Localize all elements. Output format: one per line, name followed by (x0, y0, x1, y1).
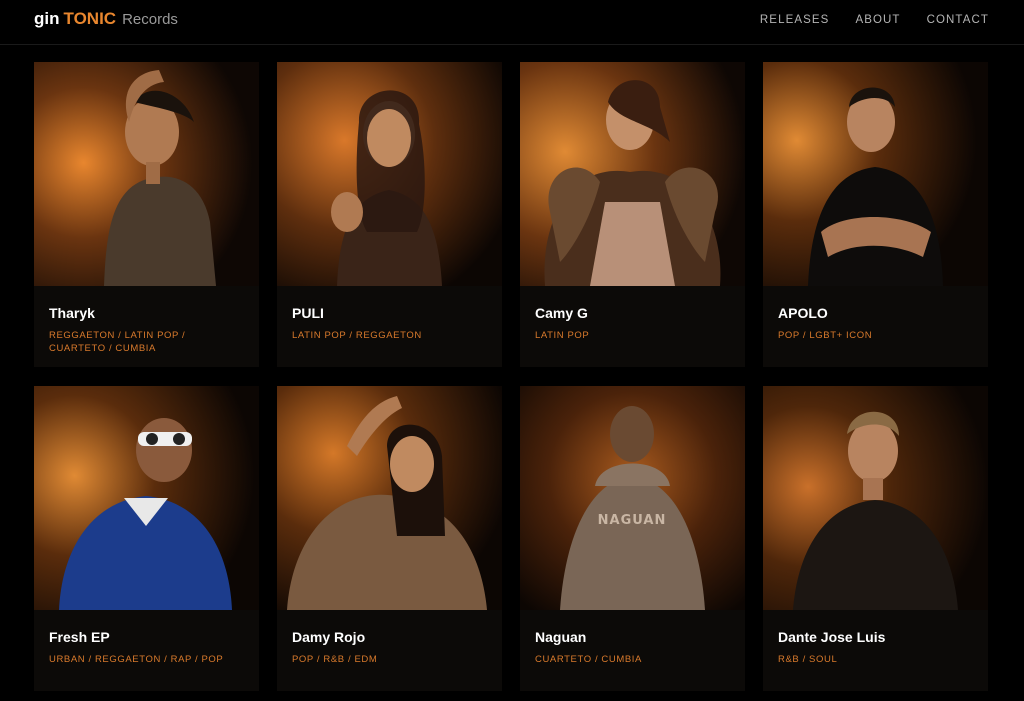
top-navigation-bar: gin TONIC Records RELEASES ABOUT CONTACT (0, 0, 1024, 45)
main-nav: RELEASES ABOUT CONTACT (760, 14, 989, 26)
artist-name: Tharyk (49, 305, 95, 321)
artist-photo (763, 62, 988, 286)
artist-name: Damy Rojo (292, 629, 366, 645)
artist-genres: LATIN POP / REGGAETON (292, 330, 422, 341)
artist-genres: CUARTETO / CUMBIA (535, 654, 642, 665)
artist-genres: POP / LGBT+ ICON (778, 330, 873, 341)
logo-text-records: Records (122, 11, 178, 28)
artist-photo (34, 62, 259, 286)
svg-text:NAGUAN: NAGUAN (598, 513, 667, 528)
artist-name: PULI (292, 305, 324, 321)
nav-link-releases[interactable]: RELEASES (760, 14, 830, 26)
artist-card[interactable]: Fresh EP URBAN / REGGAETON / RAP / POP (34, 386, 259, 691)
artist-photo (277, 386, 502, 610)
logo-text-tonic: TONIC (63, 9, 117, 28)
artist-genres: URBAN / REGGAETON / RAP / POP (49, 654, 224, 665)
artist-name: Camy G (535, 305, 588, 321)
artist-photo (277, 62, 502, 286)
artist-card[interactable]: NAGUAN Naguan CUARTETO / CUMBIA (520, 386, 745, 691)
artist-genres: R&B / SOUL (778, 654, 838, 665)
site-logo[interactable]: gin TONIC Records (34, 9, 178, 29)
logo-text-gin: gin (34, 9, 60, 28)
artist-grid: Tharyk REGGAETON / LATIN POP / CUARTETO … (34, 62, 988, 691)
artist-name: Naguan (535, 629, 587, 645)
artist-photo (763, 386, 988, 610)
artist-photo (34, 386, 259, 610)
artist-name: APOLO (778, 305, 828, 321)
artist-card[interactable]: Damy Rojo POP / R&B / EDM (277, 386, 502, 691)
artist-genres: LATIN POP (535, 330, 590, 341)
artist-photo (520, 62, 745, 286)
artist-card[interactable]: Dante Jose Luis R&B / SOUL (763, 386, 988, 691)
artist-genres: POP / R&B / EDM (292, 654, 378, 665)
artist-card[interactable]: PULI LATIN POP / REGGAETON (277, 62, 502, 367)
artist-name: Dante Jose Luis (778, 629, 886, 645)
artist-genres: REGGAETON / LATIN POP / CUARTETO / CUMBI… (49, 330, 186, 354)
artist-card[interactable]: Camy G LATIN POP (520, 62, 745, 367)
nav-link-about[interactable]: ABOUT (855, 14, 900, 26)
artist-card[interactable]: Tharyk REGGAETON / LATIN POP / CUARTETO … (34, 62, 259, 367)
artist-name: Fresh EP (49, 629, 110, 645)
artist-photo: NAGUAN (520, 386, 745, 610)
nav-link-contact[interactable]: CONTACT (927, 14, 989, 26)
artist-card[interactable]: APOLO POP / LGBT+ ICON (763, 62, 988, 367)
